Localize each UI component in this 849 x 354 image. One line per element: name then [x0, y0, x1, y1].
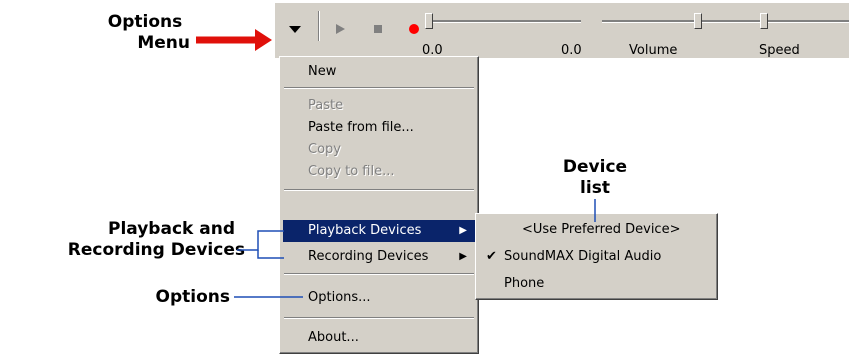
menu-item-copy-to-file: Copy to file...: [283, 161, 475, 183]
menu-item-options-label: Options...: [308, 290, 371, 305]
annotation-options-menu-line1: Options: [107, 12, 183, 32]
annotation-options-text: Options: [155, 287, 230, 307]
submenu-item-phone[interactable]: Phone: [479, 273, 714, 295]
volume-slider-thumb[interactable]: [694, 13, 702, 29]
menu-item-copy: Copy: [283, 139, 475, 161]
annotation-device-list-line2: list: [580, 178, 610, 198]
speed-slider-thumb[interactable]: [760, 13, 768, 29]
menu-item-copy-label: Copy: [308, 142, 341, 157]
position-slider-thumb[interactable]: [425, 13, 433, 29]
menu-item-paste-from-file[interactable]: Paste from file...: [283, 117, 475, 139]
device-submenu: <Use Preferred Device> ✔ SoundMAX Digita…: [475, 213, 718, 300]
menu-item-about-label: About...: [308, 330, 359, 345]
volume-slider-track: [602, 20, 726, 23]
toolbar-separator: [318, 11, 320, 41]
menu-item-new[interactable]: New: [283, 61, 475, 83]
stop-button[interactable]: [371, 21, 385, 40]
menu-separator: [284, 317, 474, 319]
annotation-options: Options: [110, 287, 230, 308]
menu-item-recording-devices[interactable]: Recording Devices ▶: [283, 246, 475, 268]
options-dropdown-menu: New Paste Paste from file... Copy Copy t…: [279, 56, 479, 354]
menu-separator: [284, 273, 474, 275]
volume-label: Volume: [629, 43, 678, 58]
menu-item-new-label: New: [308, 64, 337, 79]
annotation-device-list: Device list: [540, 157, 650, 199]
record-icon: [409, 24, 419, 34]
annotation-options-menu-line2: Menu: [137, 33, 190, 53]
submenu-item-preferred-device-label: <Use Preferred Device>: [522, 222, 681, 237]
annotation-options-menu: Options Menu: [90, 12, 200, 54]
play-button[interactable]: [333, 21, 347, 40]
submenu-arrow-icon: ▶: [459, 251, 467, 262]
record-button[interactable]: [407, 21, 421, 40]
submenu-item-soundmax[interactable]: ✔ SoundMAX Digital Audio: [479, 246, 714, 268]
position-end-readout: 0.0: [561, 43, 582, 58]
menu-item-about[interactable]: About...: [283, 327, 475, 349]
submenu-item-phone-label: Phone: [504, 276, 545, 291]
red-arrow-head: [255, 29, 272, 51]
menu-separator: [284, 87, 474, 89]
menu-separator: [284, 189, 474, 191]
position-slider-track: [425, 20, 581, 23]
menu-item-recording-devices-label: Recording Devices: [308, 249, 429, 264]
options-menu-button[interactable]: [287, 21, 303, 35]
speed-slider-track: [725, 20, 849, 23]
play-icon: [336, 24, 345, 34]
menu-item-paste-from-file-label: Paste from file...: [308, 120, 414, 135]
speed-slider[interactable]: [725, 11, 849, 31]
menu-item-paste-label: Paste: [308, 98, 344, 113]
media-toolbar: 0.0 0.0 Volume Speed: [274, 2, 849, 58]
position-slider[interactable]: [425, 11, 585, 31]
annotation-playback-recording-line2: Recording Devices: [67, 240, 245, 260]
menu-item-playback-devices[interactable]: Playback Devices ▶: [283, 220, 475, 242]
triangle-down-icon: [289, 26, 301, 33]
annotation-device-list-line1: Device: [562, 157, 628, 177]
submenu-arrow-icon: ▶: [459, 225, 467, 236]
annotation-playback-recording: Playback and Recording Devices: [0, 219, 245, 261]
volume-slider[interactable]: [602, 11, 730, 31]
menu-item-paste: Paste: [283, 95, 475, 117]
stop-icon: [374, 25, 382, 33]
submenu-item-preferred-device[interactable]: <Use Preferred Device>: [479, 219, 714, 241]
speed-label: Speed: [759, 43, 800, 58]
menu-item-options[interactable]: Options...: [283, 287, 475, 309]
menu-item-playback-devices-label: Playback Devices: [308, 223, 422, 238]
checkmark-icon: ✔: [486, 249, 497, 264]
submenu-item-soundmax-label: SoundMAX Digital Audio: [504, 249, 662, 264]
annotation-playback-recording-line1: Playback and: [107, 219, 235, 239]
menu-item-copy-to-file-label: Copy to file...: [308, 164, 395, 179]
